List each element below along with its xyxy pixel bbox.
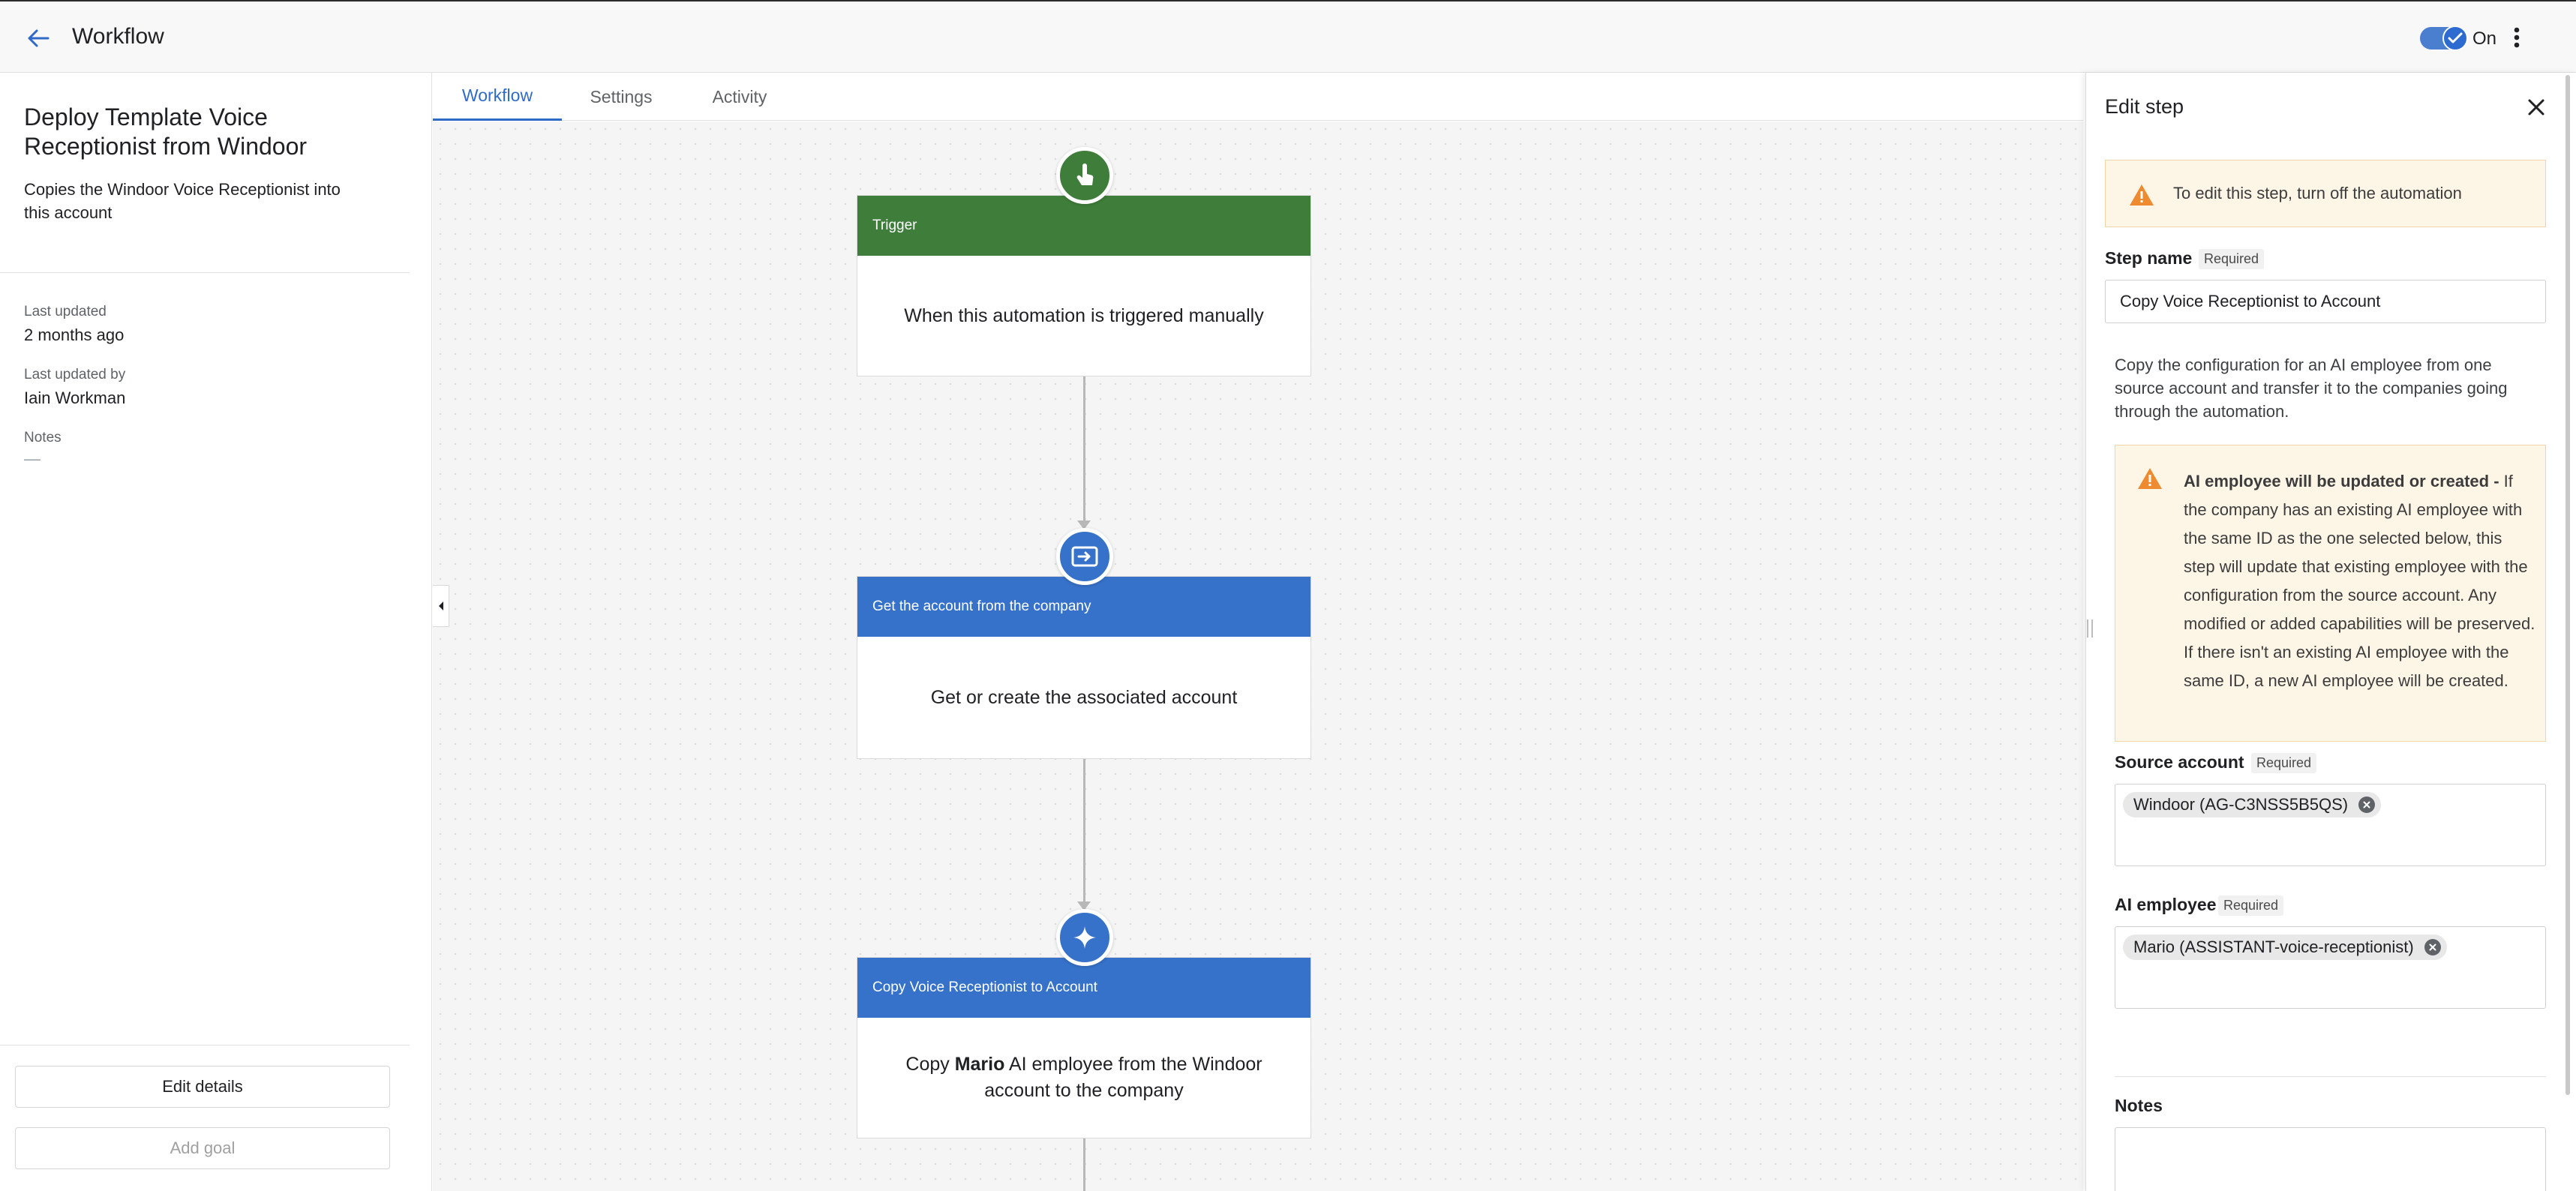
step-name-input[interactable] [2105, 280, 2546, 323]
edit-details-button[interactable]: Edit details [15, 1066, 390, 1108]
last-updated-by-value: Iain Workman [24, 388, 126, 407]
tab-settings[interactable]: Settings [562, 73, 680, 121]
page-title: Workflow [72, 24, 164, 49]
top-bar: Workflow On [0, 0, 2576, 73]
ai-employee-label: AI employee [2115, 895, 2217, 914]
add-goal-button[interactable]: Add goal [15, 1127, 390, 1169]
connector-line [1083, 1137, 1085, 1191]
step-name-label: Step name [2105, 248, 2193, 268]
divider [0, 272, 410, 273]
notes-value: — [24, 449, 41, 468]
connector-line [1083, 758, 1085, 904]
chip-label: Windoor (AG-C3NSS5B5QS) [2133, 795, 2349, 814]
pointer-hand-icon [1056, 147, 1113, 204]
edit-warning-text: To edit this step, turn off the automati… [2173, 184, 2462, 202]
ai-employee-chip: Mario (ASSISTANT-voice-receptionist) [2123, 934, 2447, 960]
last-updated-by-label: Last updated by [24, 367, 126, 382]
close-icon[interactable] [2521, 92, 2551, 122]
workflow-sidebar: Deploy Template Voice Receptionist from … [0, 73, 432, 1191]
node-body-employee: Mario [954, 1054, 1005, 1075]
chip-label: Mario (ASSISTANT-voice-receptionist) [2133, 938, 2414, 956]
arrow-left-icon [28, 29, 50, 47]
divider [0, 1045, 410, 1046]
edit-step-panel: Edit step To edit this step, turn off th… [2085, 73, 2576, 1191]
update-warning-body: If the company has an existing AI employ… [2184, 472, 2535, 690]
warning-icon [2130, 184, 2154, 206]
required-badge: Required [2199, 249, 2265, 269]
last-updated-value: 2 months ago [24, 326, 125, 344]
remove-chip-icon[interactable] [2358, 796, 2376, 813]
connector-line [1083, 376, 1085, 524]
panel-title: Edit step [2105, 95, 2184, 118]
source-account-select[interactable]: Windoor (AG-C3NSS5B5QS) [2115, 784, 2546, 866]
collapse-sidebar-button[interactable] [433, 585, 449, 627]
node-header: Get the account from the company [857, 577, 1311, 637]
node-body: When this automation is triggered manual… [904, 304, 1264, 326]
trigger-node[interactable]: Trigger When this automation is triggere… [857, 195, 1311, 376]
get-account-node[interactable]: Get the account from the company Get or … [857, 576, 1311, 759]
toggle-label: On [2472, 28, 2497, 49]
copy-receptionist-node[interactable]: Copy Voice Receptionist to Account Copy … [857, 957, 1311, 1138]
panel-scrollbar[interactable] [2565, 75, 2570, 1095]
tab-activity[interactable]: Activity [680, 73, 799, 121]
notes-label: Notes [2115, 1096, 2163, 1115]
panel-resize-handle[interactable] [2087, 620, 2093, 638]
sparkle-icon [1056, 909, 1113, 966]
account-transfer-icon [1056, 528, 1113, 585]
edit-warning-banner: To edit this step, turn off the automati… [2105, 160, 2546, 227]
remove-chip-icon[interactable] [2424, 939, 2441, 956]
notes-textarea[interactable] [2115, 1127, 2546, 1191]
node-body-prefix: Copy [905, 1054, 955, 1075]
last-updated-label: Last updated [24, 304, 107, 320]
notes-label: Notes [24, 430, 62, 446]
source-account-chip: Windoor (AG-C3NSS5B5QS) [2123, 792, 2382, 818]
automation-toggle[interactable] [2420, 26, 2468, 51]
update-warning-title: AI employee will be updated or created - [2184, 472, 2499, 490]
caret-left-icon [438, 602, 443, 610]
node-body: Copy Mario AI employee from the Windoor … [857, 1018, 1311, 1138]
workflow-description: Copies the Windoor Voice Receptionist in… [24, 180, 341, 222]
step-description: Copy the configuration for an AI employe… [2115, 356, 2508, 421]
update-warning-text: AI employee will be updated or created -… [2184, 467, 2536, 695]
workflow-name: Deploy Template Voice Receptionist from … [24, 104, 308, 160]
back-button[interactable] [21, 22, 56, 54]
check-icon [2442, 26, 2468, 51]
source-account-label: Source account [2115, 752, 2244, 772]
required-badge: Required [2218, 896, 2284, 916]
workflow-tabs: Workflow Settings Activity [433, 73, 2083, 121]
ai-employee-select[interactable]: Mario (ASSISTANT-voice-receptionist) [2115, 926, 2546, 1009]
node-body-suffix: AI employee from the Windoor account to … [984, 1054, 1262, 1101]
tab-workflow[interactable]: Workflow [433, 73, 562, 121]
divider [2115, 1076, 2546, 1077]
more-options-icon[interactable] [2505, 22, 2528, 52]
node-body: Get or create the associated account [930, 686, 1238, 708]
warning-icon [2138, 468, 2162, 489]
node-header: Trigger [857, 196, 1311, 256]
node-header: Copy Voice Receptionist to Account [857, 958, 1311, 1018]
required-badge: Required [2251, 753, 2317, 773]
